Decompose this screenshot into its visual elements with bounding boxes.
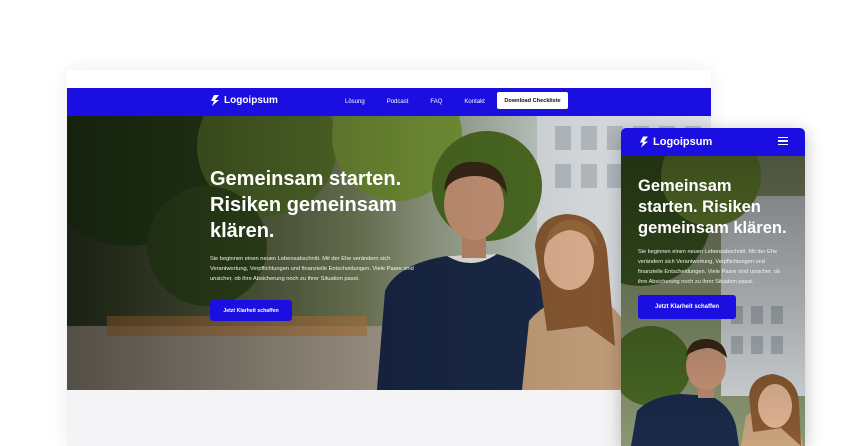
mobile-hero: Gemeinsam starten. Risiken gemeinsam klä…: [621, 156, 805, 446]
logo-text: Logoipsum: [653, 136, 713, 148]
desktop-mockup: Logoipsum Lösung Podcast FAQ Kontakt Dow…: [67, 70, 711, 446]
nav-link-loesung[interactable]: Lösung: [345, 99, 365, 105]
desktop-hero: Gemeinsam starten. Risiken gemeinsam klä…: [67, 116, 711, 390]
hamburger-menu-icon[interactable]: [778, 137, 788, 146]
nav-link-faq[interactable]: FAQ: [430, 99, 442, 105]
download-checklist-button[interactable]: Download Checkliste: [497, 92, 568, 109]
hero-cta-button[interactable]: Jetzt Klarheit schaffen: [638, 295, 736, 319]
hero-body-text: Sie beginnen einen neuen Lebensabschnitt…: [638, 249, 781, 285]
desktop-logo[interactable]: Logoipsum: [210, 95, 278, 106]
nav-link-kontakt[interactable]: Kontakt: [464, 99, 484, 105]
nav-link-podcast[interactable]: Podcast: [387, 99, 409, 105]
logo-icon: [640, 136, 648, 148]
desktop-hero-content: Gemeinsam starten. Risiken gemeinsam klä…: [210, 166, 450, 321]
mobile-navbar: Logoipsum: [621, 128, 805, 156]
desktop-nav-links: Lösung Podcast FAQ Kontakt: [345, 88, 507, 116]
desktop-navbar: Logoipsum Lösung Podcast FAQ Kontakt Dow…: [67, 88, 711, 116]
hero-body-text: Sie beginnen einen neuen Lebensabschnitt…: [210, 256, 414, 282]
hero-headline: Gemeinsam starten. Risiken gemeinsam klä…: [638, 177, 787, 237]
mobile-mockup: Logoipsum Gemeinsam starten. Risiken gem…: [621, 128, 805, 446]
mobile-hero-content: Gemeinsam starten. Risiken gemeinsam klä…: [638, 176, 788, 319]
logo-text: Logoipsum: [224, 95, 278, 106]
desktop-below-hero-section: [67, 390, 711, 446]
logo-icon: [211, 95, 219, 106]
hero-cta-button[interactable]: Jetzt Klarheit schaffen: [210, 300, 292, 321]
mobile-logo[interactable]: Logoipsum: [639, 136, 712, 148]
hero-headline: Gemeinsam starten. Risiken gemeinsam klä…: [210, 168, 402, 242]
browser-top-strip: [67, 70, 711, 88]
